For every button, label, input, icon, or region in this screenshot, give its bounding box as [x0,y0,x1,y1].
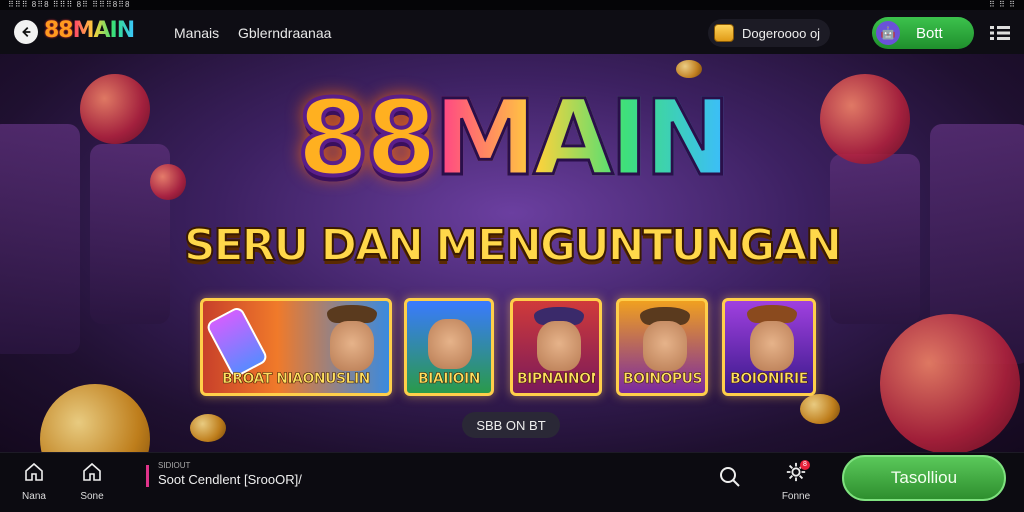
context-small-text: SIDIOUT [158,461,191,470]
game-card-4[interactable]: BOINOPUS [616,298,708,396]
bot-button[interactable]: 🤖 Bott [872,17,974,49]
bottom-bar: Nana Sone SIDIOUT Soot Cendlent [SrooOR]… [0,452,1024,512]
search-icon[interactable] [718,465,742,489]
coin-decoration [676,60,702,78]
game-card-3[interactable]: BIPNAINONIB [510,298,602,396]
character-face-icon [643,321,687,371]
logo-prefix: 88 [44,18,74,43]
home-icon [83,462,101,481]
coin-decoration [800,394,840,424]
nav-link-1[interactable]: Manais [174,25,219,41]
context-info: SIDIOUT Soot Cendlent [SrooOR]/ [158,461,302,487]
nav-second-label: Sone [80,491,104,502]
back-button[interactable] [14,20,38,44]
context-main-text: Soot Cendlent [SrooOR]/ [158,472,302,487]
hero-title-main: MAIN [432,77,733,200]
hero-title: 88MAIN [0,76,1024,200]
settings-label: Fonne [781,491,811,502]
game-card-2-label: BIAIIOIN [418,371,481,387]
game-card-5-label: BOIONIRIE [730,371,809,387]
character-face-icon [750,321,794,371]
bot-button-label: Bott [916,24,943,42]
carousel-indicator[interactable]: SBB ON BT [462,412,560,438]
wallet-balance[interactable]: Dogeroooo oj [708,19,831,47]
arrow-left-icon [22,27,31,37]
notification-badge: 8 [800,460,810,470]
wallet-icon [714,24,734,42]
site-logo[interactable]: 88 MAIN [44,18,136,43]
bot-avatar-icon: 🤖 [876,21,900,45]
nav-second[interactable]: Sone [72,461,112,502]
game-card-3-label: BIPNAINONIB [517,371,595,387]
accent-bar [146,465,149,487]
status-bar: ⠿⠿⠿ 8⠿8 ⠿⠿⠿ 8⠿ ⠿⠿⠿8⠿8 ⠿ ⠿ ⠿ [0,0,1024,10]
top-bar: 88 MAIN Manais Gblerndraanaa Dogeroooo oj… [0,10,1024,54]
menu-icon[interactable] [990,24,1010,42]
nav-home[interactable]: Nana [14,461,54,502]
logo-main: MAIN [72,18,136,43]
wallet-text: Dogeroooo oj [742,25,821,41]
game-card-1-label: BROAT NIAONUSLIN [222,371,371,387]
character-face-icon [330,321,374,371]
game-card-2[interactable]: BIAIIOIN [404,298,494,396]
game-card-1[interactable]: BROAT NIAONUSLIN [200,298,392,396]
character-face-icon [428,319,472,369]
game-card-4-label: BOINOPUS [623,371,701,387]
status-left-text: ⠿⠿⠿ 8⠿8 ⠿⠿⠿ 8⠿ ⠿⠿⠿8⠿8 [8,0,131,9]
nav-link-2[interactable]: Gblerndraanaa [238,25,331,41]
nav-home-label: Nana [22,491,46,502]
character-face-icon [537,321,581,371]
game-card-5[interactable]: BOIONIRIE [722,298,816,396]
settings-button[interactable]: 8 Fonne [776,460,816,502]
hero-title-88: 88 [295,76,440,200]
hero-subtitle: SERU DAN MENGUNTUNGAN [183,219,843,272]
home-icon [25,462,43,481]
coin-decoration [190,414,226,442]
game-cards: BROAT NIAONUSLIN BIAIIOIN BIPNAINONIB BO… [0,298,1024,398]
hero-banner[interactable]: 88MAIN SERU DAN MENGUNTUNGAN BROAT NIAON… [0,54,1024,452]
cta-button[interactable]: Tasolliou [842,455,1006,501]
status-right-icons: ⠿ ⠿ ⠿ [988,0,1016,9]
potion-icon [204,305,270,379]
